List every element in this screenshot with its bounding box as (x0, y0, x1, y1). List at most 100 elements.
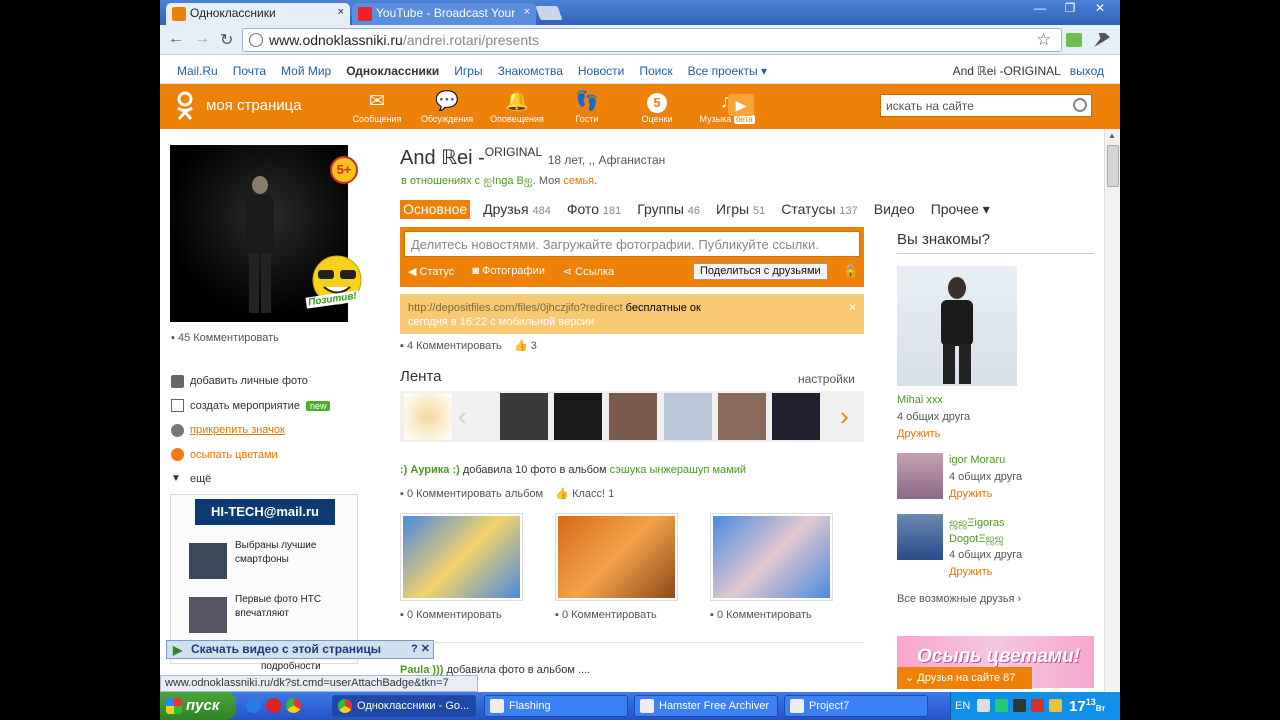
reload-button[interactable]: ↻ (220, 30, 233, 50)
feed-user-link[interactable]: Paula ))) (400, 664, 443, 676)
post-option-link[interactable]: ⋖ Ссылка (563, 265, 614, 278)
ie-quicklaunch-icon[interactable] (246, 698, 261, 713)
strip-photo[interactable] (554, 393, 602, 440)
feed-user-link[interactable]: :) Аурика :) (400, 464, 460, 476)
photo-comments[interactable]: ▪ 0 Комментировать (555, 609, 657, 621)
feed-photo[interactable] (400, 513, 523, 601)
add-friend-link[interactable]: Дружить (897, 428, 940, 440)
hitech-logo[interactable]: HI-TECH@mail.ru (195, 499, 335, 525)
class-link[interactable]: Класс! 1 (572, 488, 614, 500)
mailbar-link-moimir[interactable]: Мой Мир (281, 64, 331, 78)
bookmark-star-icon[interactable]: ☆ (1036, 30, 1051, 50)
address-bar[interactable]: www.odnoklassniki.ru/andrei.rotari/prese… (242, 28, 1062, 52)
mailbar-link-all-projects[interactable]: Все проекты ▾ (688, 64, 767, 78)
ad-item-htc[interactable]: Первые фото HTC впечатляют (235, 593, 345, 621)
mailbar-link-pochta[interactable]: Почта (233, 64, 266, 78)
post-input[interactable]: Делитесь новостями. Загружайте фотографи… (404, 231, 860, 257)
feed-photo[interactable] (710, 513, 833, 601)
avatar-comments[interactable]: ▪ 45 Комментировать (171, 332, 279, 344)
language-indicator[interactable]: EN (955, 700, 970, 712)
tab-friends[interactable]: Друзья 484 (480, 200, 554, 219)
search-icon[interactable] (1073, 98, 1087, 112)
family-link[interactable]: семья (563, 175, 594, 187)
tab-main[interactable]: Основное (400, 200, 471, 219)
tray-icon[interactable] (1013, 699, 1026, 712)
suggested-friend-photo[interactable] (897, 453, 943, 499)
close-icon[interactable]: ✕ (421, 643, 430, 655)
task-odnoklassniki[interactable]: Одноклассники - Go... (332, 695, 476, 717)
scroll-thumb[interactable] (1107, 145, 1119, 187)
minimize-button[interactable]: — (1026, 0, 1054, 18)
notice-close-icon[interactable]: × (849, 300, 856, 314)
strip-photo[interactable] (718, 393, 766, 440)
extension-icon[interactable] (1066, 33, 1082, 47)
strip-photo[interactable] (500, 393, 548, 440)
nav-messages[interactable]: ✉ Сообщения (342, 90, 412, 124)
strip-photo[interactable] (772, 393, 820, 440)
post-comments-link[interactable]: 4 Комментировать (407, 340, 502, 352)
all-possible-friends-link[interactable]: Все возможные друзья › (897, 593, 1021, 605)
scroll-up-icon[interactable]: ▲ (1108, 131, 1116, 140)
photo-comments[interactable]: ▪ 0 Комментировать (710, 609, 812, 621)
mailbar-link-igry[interactable]: Игры (454, 64, 482, 78)
tab-youtube[interactable]: YouTube - Broadcast Your × (352, 3, 536, 25)
lock-icon[interactable]: 🔓 (843, 264, 858, 278)
task-flashing[interactable]: Flashing (484, 695, 628, 717)
clock[interactable]: 1713Вт (1069, 697, 1105, 715)
start-button[interactable]: пуск (160, 692, 236, 720)
nav-guests[interactable]: 👣 Гости (552, 90, 622, 124)
ad-item-smartphones[interactable]: Выбраны лучшие смартфоны (235, 539, 345, 567)
ad-thumb-smartphones[interactable] (189, 543, 227, 579)
mailbar-link-znakomstva[interactable]: Знакомства (498, 64, 563, 78)
friends-online-button[interactable]: ⌄ Друзья на сайте 87 (897, 667, 1032, 689)
tab-statuses[interactable]: Статусы 137 (778, 200, 861, 219)
feed-settings-link[interactable]: настройки (798, 372, 855, 386)
share-with-friends-button[interactable]: Поделиться с друзьями (693, 263, 828, 280)
ad-more-link[interactable]: подробности (261, 661, 321, 672)
album-comments-link[interactable]: 0 Комментировать альбом (407, 488, 543, 500)
ad-thumb-htc[interactable] (189, 597, 227, 633)
action-more[interactable]: ▼ ещё (171, 467, 330, 492)
close-window-button[interactable]: ✕ (1086, 0, 1114, 18)
task-project7[interactable]: Project7 (784, 695, 928, 717)
all-friends-thumb[interactable] (404, 393, 452, 440)
add-friend-link[interactable]: Дружить (949, 488, 992, 500)
mailbar-link-mailru[interactable]: Mail.Ru (177, 64, 218, 78)
strip-next-icon[interactable]: › (840, 401, 849, 432)
mailbar-link-odnoklassniki[interactable]: Одноклассники (346, 64, 439, 78)
help-icon[interactable]: ? (411, 643, 418, 655)
tray-icon[interactable] (1031, 699, 1044, 712)
suggested-friend-photo[interactable] (897, 514, 943, 560)
friend-name[interactable]: igor Moraru (949, 454, 1005, 466)
strip-photo[interactable] (664, 393, 712, 440)
back-button[interactable]: ← (168, 30, 184, 48)
mailbar-username[interactable]: And ℝei -ORIGINAL (953, 64, 1061, 78)
feed-album-link[interactable]: сэшука ынжерашуп мамий (610, 464, 746, 476)
tab-photos[interactable]: Фото 181 (564, 200, 624, 219)
tab-close-icon[interactable]: × (524, 6, 530, 18)
post-likes[interactable]: 3 (531, 340, 537, 352)
photo-comments[interactable]: ▪ 0 Комментировать (400, 609, 502, 621)
suggested-friend-photo[interactable] (897, 266, 1017, 386)
post-option-status[interactable]: ◀ Статус (408, 265, 454, 278)
logout-link[interactable]: выход (1070, 64, 1104, 78)
nav-notifications[interactable]: 🔔 Оповещения (482, 90, 552, 124)
notice-url[interactable]: http://depositfiles.com/files/0jhczjifo?… (408, 302, 623, 314)
tab-more[interactable]: Прочее ▾ (928, 200, 993, 219)
mailbar-link-novosti[interactable]: Новости (578, 64, 624, 78)
download-video-bar[interactable]: ▶ Скачать видео с этой страницы ? ✕ (166, 640, 434, 659)
action-add-photo[interactable]: добавить личные фото (171, 369, 330, 394)
maximize-button[interactable]: ❐ (1056, 0, 1084, 18)
action-shower-flowers[interactable]: осыпать цветами (171, 443, 330, 468)
opera-quicklaunch-icon[interactable] (266, 698, 281, 713)
partner-link[interactable]: ஐInga Bஐ (483, 175, 532, 187)
feed-photo[interactable] (555, 513, 678, 601)
tab-close-icon[interactable]: × (338, 6, 344, 18)
tray-icon[interactable] (995, 699, 1008, 712)
friend-name[interactable]: Mihai xxx (897, 394, 943, 406)
post-option-photos[interactable]: ◙ Фотографии (472, 265, 545, 278)
mailbar-link-poisk[interactable]: Поиск (639, 64, 672, 78)
nav-ratings[interactable]: 5 Оценки (622, 90, 692, 124)
tab-odnoklassniki[interactable]: Одноклассники × (166, 3, 350, 25)
tab-games[interactable]: Игры 51 (713, 200, 768, 219)
